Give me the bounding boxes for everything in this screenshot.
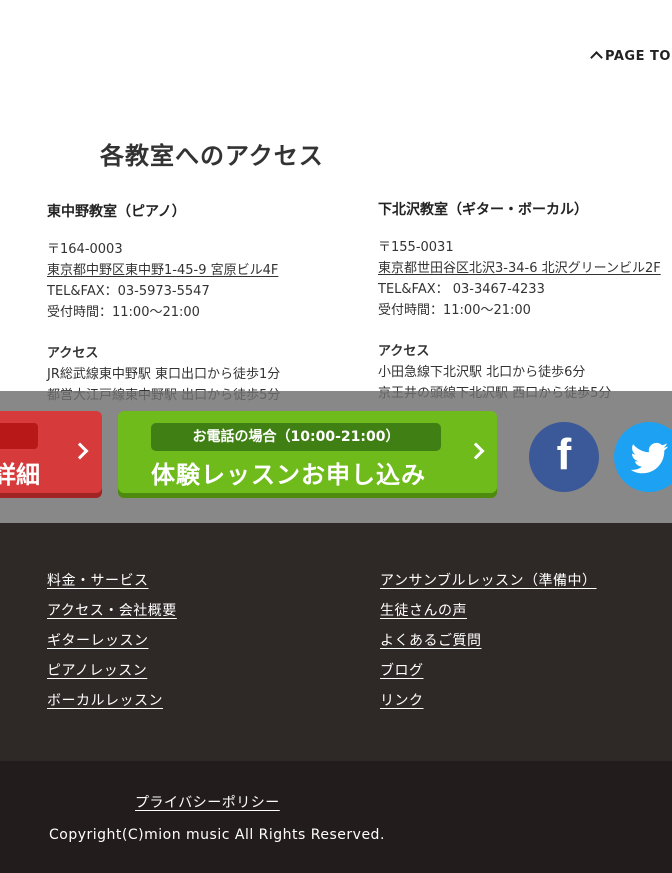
chevron-right-icon	[71, 442, 89, 460]
classroom-name: 東中野教室（ピアノ）	[47, 204, 186, 220]
footer-link-faq[interactable]: よくあるご質問	[380, 631, 597, 661]
twitter-button[interactable]	[614, 422, 672, 492]
footer-bottom: プライバシーポリシー Copyright(C)mion music All Ri…	[0, 761, 672, 873]
footer-link-links[interactable]: リンク	[380, 691, 597, 721]
classroom-name: 下北沢教室（ギター・ボーカル）	[378, 202, 588, 218]
tel-fax: TEL&FAX：03-5973-5547	[47, 284, 210, 299]
address-link[interactable]: 東京都世田谷区北沢3-34-6 北沢グリーンビル2F	[378, 258, 661, 279]
route-item: JR総武線東中野駅 東口出口から徒歩1分	[47, 367, 281, 382]
access-section-title: 各教室へのアクセス	[100, 142, 324, 170]
footer-link-pricing[interactable]: 料金・サービス	[47, 571, 177, 601]
footer-link-ensemble[interactable]: アンサンブルレッスン（準備中）	[380, 571, 597, 601]
page-top-link[interactable]: PAGE TOP	[590, 49, 672, 64]
shimokitazawa-classroom: 下北沢教室（ギター・ボーカル） 〒155-0031 東京都世田谷区北沢3-34-…	[378, 200, 661, 404]
higashinakano-classroom: 東中野教室（ピアノ） 〒164-0003 東京都中野区東中野1-45-9 宮原ビ…	[47, 202, 280, 406]
footer-nav: 料金・サービス アクセス・会社概要 ギターレッスン ピアノレッスン ボーカルレッ…	[0, 523, 672, 761]
cta-bar: 詳細 お電話の場合（10:00-21:00） 体験レッスンお申し込み f	[0, 391, 672, 523]
facebook-button[interactable]: f	[529, 422, 599, 492]
footer-nav-right: アンサンブルレッスン（準備中） 生徒さんの声 よくあるご質問 ブログ リンク	[380, 571, 597, 721]
details-button-pill	[0, 423, 38, 449]
phone-hours-label: お電話の場合（10:00-21:00）	[151, 423, 441, 451]
footer-link-guitar[interactable]: ギターレッスン	[47, 631, 177, 661]
access-heading: アクセス	[47, 346, 99, 361]
route-item: 小田急線下北沢駅 北口から徒歩6分	[378, 365, 586, 380]
tel-fax: TEL&FAX： 03-3467-4233	[378, 282, 545, 297]
page-top-label: PAGE TOP	[605, 49, 672, 64]
footer-nav-left: 料金・サービス アクセス・会社概要 ギターレッスン ピアノレッスン ボーカルレッ…	[47, 571, 177, 721]
footer-link-testimonials[interactable]: 生徒さんの声	[380, 601, 597, 631]
twitter-icon	[630, 442, 669, 474]
trial-lesson-button[interactable]: お電話の場合（10:00-21:00） 体験レッスンお申し込み	[118, 411, 497, 493]
address-link[interactable]: 東京都中野区東中野1-45-9 宮原ビル4F	[47, 260, 280, 281]
trial-lesson-label: 体験レッスンお申し込み	[151, 461, 426, 489]
footer-link-vocal[interactable]: ボーカルレッスン	[47, 691, 177, 721]
postal-code: 〒155-0031	[378, 240, 454, 255]
copyright-text: Copyright(C)mion music All Rights Reserv…	[49, 827, 385, 843]
facebook-icon: f	[556, 430, 572, 479]
footer-link-piano[interactable]: ピアノレッスン	[47, 661, 177, 691]
details-button-label: 詳細	[0, 461, 40, 489]
footer-link-access-company[interactable]: アクセス・会社概要	[47, 601, 177, 631]
privacy-policy-link[interactable]: プライバシーポリシー	[135, 792, 280, 812]
postal-code: 〒164-0003	[47, 242, 123, 257]
footer-link-blog[interactable]: ブログ	[380, 661, 597, 691]
details-button[interactable]: 詳細	[0, 411, 102, 493]
chevron-up-icon	[590, 51, 603, 64]
business-hours: 受付時間：11:00〜21:00	[47, 305, 200, 320]
access-heading: アクセス	[378, 344, 430, 359]
business-hours: 受付時間：11:00〜21:00	[378, 303, 531, 318]
chevron-right-icon	[467, 442, 485, 460]
